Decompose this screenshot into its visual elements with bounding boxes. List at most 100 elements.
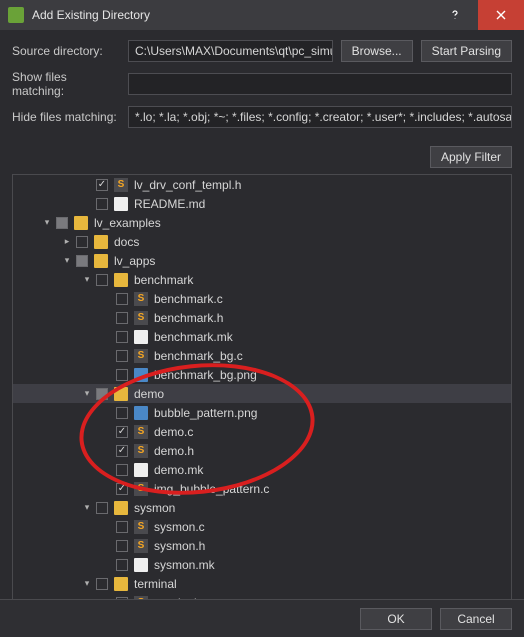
tree-row[interactable]: benchmark_bg.c (13, 346, 511, 365)
s-icon (134, 520, 148, 534)
tree-item-label: benchmark.h (154, 311, 223, 325)
expand-toggle[interactable]: ▾ (81, 274, 93, 285)
apply-filter-button[interactable]: Apply Filter (430, 146, 512, 168)
checkbox[interactable] (116, 521, 128, 533)
s-icon (134, 292, 148, 306)
close-button[interactable] (478, 0, 524, 30)
checkbox[interactable] (56, 217, 68, 229)
tree-row[interactable]: demo.mk (13, 460, 511, 479)
tree-row[interactable]: ▾ lv_apps (13, 251, 511, 270)
checkbox[interactable] (116, 483, 128, 495)
tree-row[interactable]: ▾sysmon (13, 498, 511, 517)
hide-files-input[interactable]: *.lo; *.la; *.obj; *~; *.files; *.config… (128, 106, 512, 128)
tree-item-label: docs (114, 235, 139, 249)
file-tree[interactable]: lv_drv_conf_templ.h README.md ▾ lv_examples… (12, 174, 512, 606)
checkbox[interactable] (96, 388, 108, 400)
titlebar: Add Existing Directory (0, 0, 524, 30)
app-icon (8, 7, 24, 23)
checkbox[interactable] (116, 312, 128, 324)
checkbox[interactable] (116, 426, 128, 438)
folder-icon (94, 235, 108, 249)
tree-row[interactable]: sysmon.c (13, 517, 511, 536)
tree-row[interactable]: benchmark_bg.png (13, 365, 511, 384)
checkbox[interactable] (96, 198, 108, 210)
tree-row[interactable]: demo.h (13, 441, 511, 460)
source-dir-label: Source directory: (12, 44, 120, 58)
file-icon (134, 463, 148, 477)
s-icon (134, 444, 148, 458)
tree-row[interactable]: img_bubble_pattern.c (13, 479, 511, 498)
tree-item-label: demo.h (154, 444, 194, 458)
tree-row[interactable]: benchmark.mk (13, 327, 511, 346)
form-area: Source directory: C:\Users\MAX\Documents… (0, 30, 524, 146)
window-title: Add Existing Directory (32, 8, 432, 22)
checkbox[interactable] (116, 407, 128, 419)
checkbox[interactable] (96, 502, 108, 514)
dialog-footer: OK Cancel (0, 599, 524, 637)
checkbox[interactable] (76, 255, 88, 267)
tree-item-label: README.md (134, 197, 205, 211)
tree-item-label: demo (134, 387, 164, 401)
tree-item-label: img_bubble_pattern.c (154, 482, 269, 496)
tree-row[interactable]: benchmark.c (13, 289, 511, 308)
tree-item-label: lv_drv_conf_templ.h (134, 178, 241, 192)
tree-item-label: benchmark.mk (154, 330, 233, 344)
img-icon (134, 406, 148, 420)
expand-toggle[interactable]: ▾ (81, 578, 93, 589)
checkbox[interactable] (116, 445, 128, 457)
checkbox[interactable] (116, 293, 128, 305)
tree-row[interactable]: demo.c (13, 422, 511, 441)
file-icon (114, 197, 128, 211)
browse-button[interactable]: Browse... (341, 40, 413, 62)
checkbox[interactable] (96, 179, 108, 191)
checkbox[interactable] (116, 350, 128, 362)
checkbox[interactable] (76, 236, 88, 248)
tree-item-label: lv_apps (114, 254, 155, 268)
help-button[interactable] (432, 0, 478, 30)
tree-row[interactable]: ▾ demo (13, 384, 511, 403)
tree-item-label: lv_examples (94, 216, 161, 230)
folder-icon (114, 577, 128, 591)
file-icon (134, 558, 148, 572)
tree-item-label: terminal (134, 577, 177, 591)
tree-row[interactable]: ▸ docs (13, 232, 511, 251)
checkbox[interactable] (116, 540, 128, 552)
tree-row[interactable]: benchmark.h (13, 308, 511, 327)
checkbox[interactable] (116, 464, 128, 476)
expand-toggle[interactable]: ▾ (81, 388, 93, 399)
checkbox[interactable] (96, 274, 108, 286)
tree-row[interactable]: bubble_pattern.png (13, 403, 511, 422)
folder-icon (94, 254, 108, 268)
s-icon (134, 311, 148, 325)
expand-toggle[interactable]: ▾ (41, 217, 53, 228)
s-icon (134, 482, 148, 496)
expand-toggle[interactable]: ▾ (61, 255, 73, 266)
tree-item-label: benchmark_bg.c (154, 349, 243, 363)
checkbox[interactable] (116, 369, 128, 381)
tree-row[interactable]: sysmon.mk (13, 555, 511, 574)
tree-item-label: sysmon.c (154, 520, 205, 534)
expand-toggle[interactable]: ▾ (81, 502, 93, 513)
tree-item-label: sysmon.h (154, 539, 205, 553)
expand-toggle[interactable]: ▸ (61, 236, 73, 247)
hide-files-label: Hide files matching: (12, 110, 120, 124)
tree-row[interactable]: ▾ lv_examples (13, 213, 511, 232)
tree-row[interactable]: ▾ terminal (13, 574, 511, 593)
show-files-input[interactable] (128, 73, 512, 95)
tree-row[interactable]: README.md (13, 194, 511, 213)
tree-row[interactable]: sysmon.h (13, 536, 511, 555)
checkbox[interactable] (116, 559, 128, 571)
tree-row[interactable]: ▾benchmark (13, 270, 511, 289)
folder-icon (114, 273, 128, 287)
checkbox[interactable] (116, 331, 128, 343)
tree-item-label: benchmark.c (154, 292, 223, 306)
tree-row[interactable]: lv_drv_conf_templ.h (13, 175, 511, 194)
folder-icon (74, 216, 88, 230)
s-icon (114, 178, 128, 192)
checkbox[interactable] (96, 578, 108, 590)
source-dir-input[interactable]: C:\Users\MAX\Documents\qt\pc_simulator (128, 40, 333, 62)
tree-item-label: benchmark_bg.png (154, 368, 257, 382)
ok-button[interactable]: OK (360, 608, 432, 630)
cancel-button[interactable]: Cancel (440, 608, 512, 630)
start-parsing-button[interactable]: Start Parsing (421, 40, 512, 62)
